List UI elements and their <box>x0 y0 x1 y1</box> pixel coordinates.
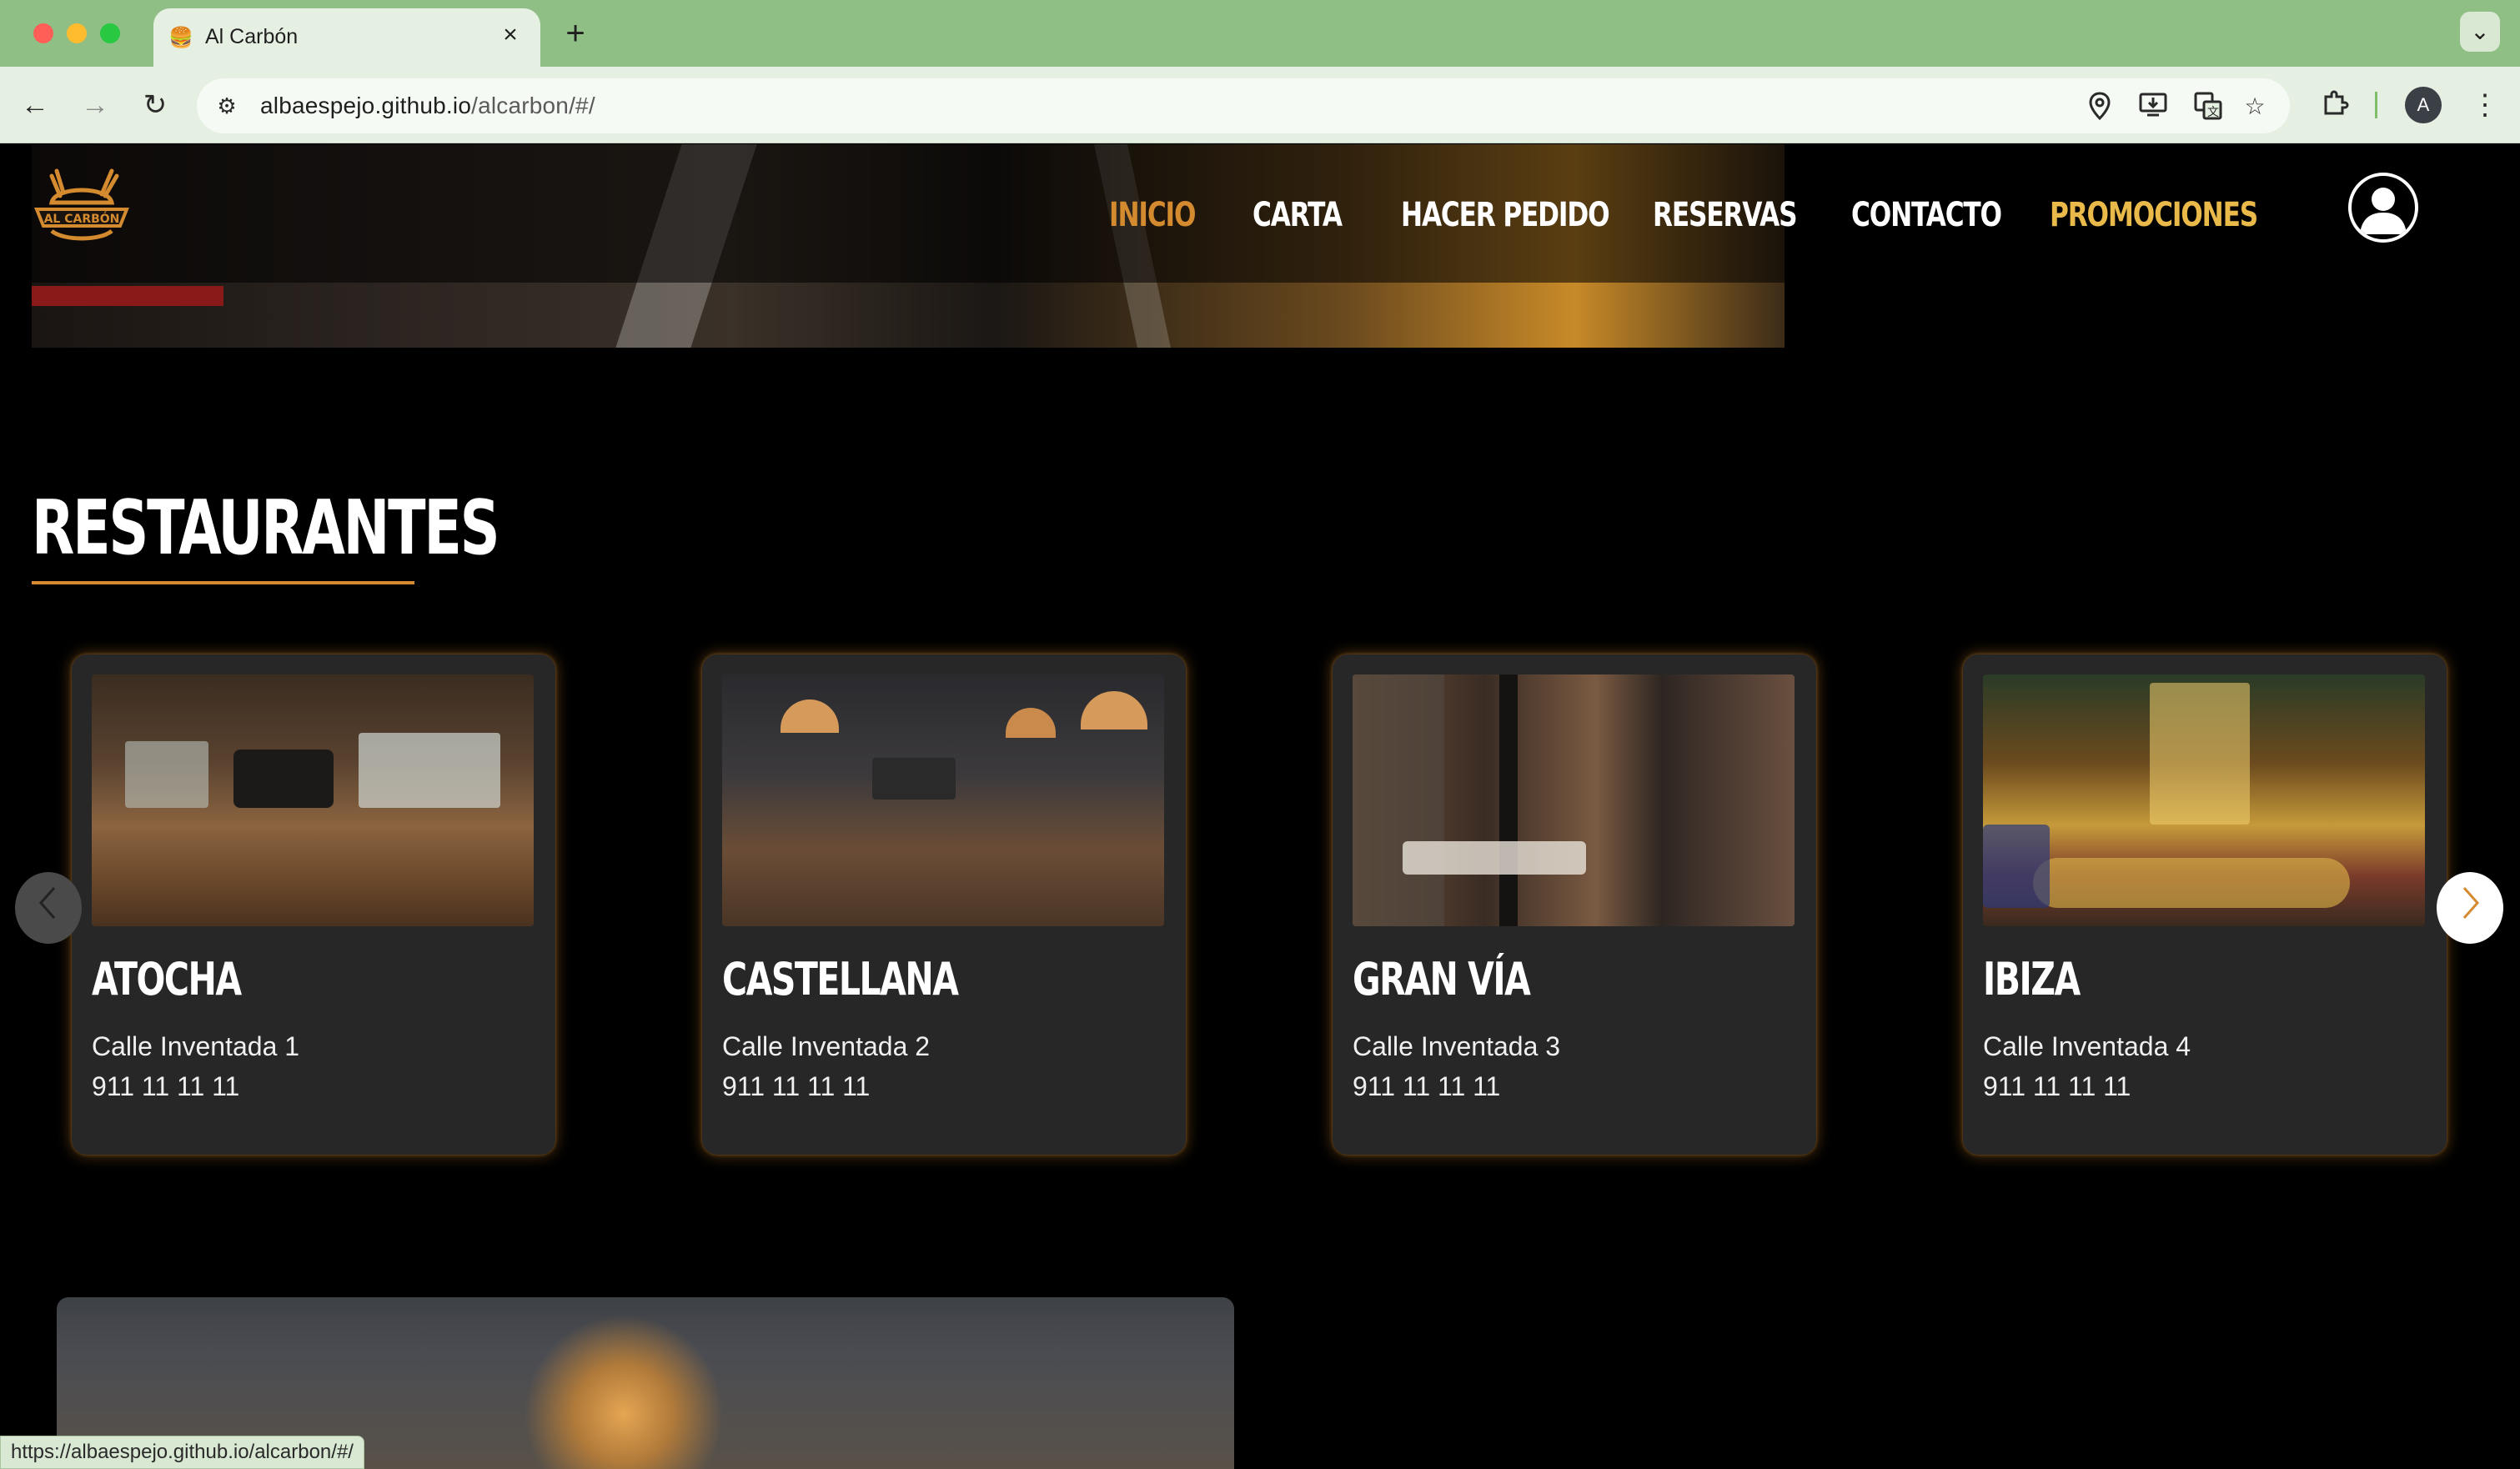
burger-favicon-icon: 🍔 <box>168 27 193 49</box>
restaurant-address: Calle Inventada 1 <box>92 1031 300 1061</box>
nav-hacer-pedido[interactable]: HACER PEDIDO <box>1401 196 1610 234</box>
restaurant-photo <box>722 674 1164 926</box>
restaurant-phone: 911 11 11 11 <box>92 1071 240 1101</box>
restaurant-photo <box>1353 674 1795 926</box>
new-tab-button[interactable]: + <box>557 15 594 52</box>
nav-reservas[interactable]: RESERVAS <box>1653 196 1798 234</box>
toolbar-divider <box>2375 92 2377 118</box>
nav-carta[interactable]: CARTA <box>1252 196 1343 234</box>
chevron-right-icon <box>2462 887 2480 919</box>
browser-menu-kebab-icon[interactable]: ⋮ <box>2468 87 2502 123</box>
browser-tab-strip: 🍔 Al Carbón × + ⌄ <box>0 0 2520 67</box>
extensions-puzzle-icon[interactable] <box>2318 88 2352 122</box>
restaurant-phone: 911 11 11 11 <box>722 1071 871 1101</box>
browser-tab[interactable]: 🍔 Al Carbón × <box>153 8 540 67</box>
profile-avatar[interactable]: A <box>2405 87 2442 123</box>
user-account-button[interactable] <box>2348 173 2418 243</box>
restaurant-address: Calle Inventada 3 <box>1353 1031 1561 1061</box>
carousel-prev-button[interactable] <box>15 872 82 944</box>
restaurant-name: GRAN VÍA <box>1353 953 1531 1005</box>
forward-arrow-icon[interactable]: → <box>75 85 115 125</box>
link-status-bar: https://albaespejo.github.io/alcarbon/#/ <box>0 1436 364 1469</box>
tab-close-icon[interactable]: × <box>497 22 524 48</box>
restaurant-photo <box>1983 674 2425 926</box>
restaurant-phone: 911 11 11 11 <box>1353 1071 1501 1101</box>
site-header: AL CARBÓN INICIO CARTA HACER PEDIDO RESE… <box>0 144 2520 283</box>
url-text[interactable]: albaespejo.github.io/alcarbon/#/ <box>260 93 595 119</box>
section-title-restaurantes: RESTAURANTES <box>32 484 500 572</box>
carousel-next-button[interactable] <box>2437 872 2503 944</box>
user-circle-icon <box>2360 188 2407 234</box>
chevron-left-icon <box>38 887 56 919</box>
svg-text:文: 文 <box>2207 106 2219 119</box>
browser-toolbar: ← → ↻ ⚙ albaespejo.github.io/alcarbon/#/… <box>0 67 2520 143</box>
window-close-button[interactable] <box>33 23 53 43</box>
tab-title: Al Carbón <box>205 25 299 48</box>
bookmark-star-icon[interactable]: ☆ <box>2240 92 2270 122</box>
restaurant-card[interactable]: CASTELLANA Calle Inventada 2 911 11 11 1… <box>702 654 1186 1155</box>
restaurant-card[interactable]: ATOCHA Calle Inventada 1 911 11 11 11 <box>72 654 555 1155</box>
restaurant-card[interactable]: GRAN VÍA Calle Inventada 3 911 11 11 11 <box>1333 654 1816 1155</box>
restaurants-carousel: ATOCHA Calle Inventada 1 911 11 11 11 CA… <box>0 654 2520 1305</box>
al-carbon-logo[interactable]: AL CARBÓN <box>30 159 133 256</box>
restaurant-photo <box>92 674 534 926</box>
page-viewport: AL CARBÓN INICIO CARTA HACER PEDIDO RESE… <box>0 144 2520 1469</box>
reload-icon[interactable]: ↻ <box>135 85 175 125</box>
restaurant-name: ATOCHA <box>92 953 242 1005</box>
install-app-icon[interactable] <box>2138 92 2168 122</box>
url-path: /alcarbon/#/ <box>471 93 595 118</box>
nav-contacto[interactable]: CONTACTO <box>1851 196 2002 234</box>
restaurant-phone: 911 11 11 11 <box>1983 1071 2131 1101</box>
restaurant-card[interactable]: IBIZA Calle Inventada 4 911 11 11 11 <box>1963 654 2447 1155</box>
restaurant-address: Calle Inventada 2 <box>722 1031 931 1061</box>
site-info-icon[interactable]: ⚙ <box>210 89 243 123</box>
window-minimize-button[interactable] <box>67 23 87 43</box>
translate-icon[interactable]: 文 <box>2193 92 2223 122</box>
tab-search-chevron-icon[interactable]: ⌄ <box>2460 12 2500 52</box>
title-underline <box>32 581 414 584</box>
nav-inicio[interactable]: INICIO <box>1109 196 1197 234</box>
location-pin-icon[interactable] <box>2085 92 2115 122</box>
logo-text: AL CARBÓN <box>44 211 120 226</box>
status-url: https://albaespejo.github.io/alcarbon/#/ <box>11 1441 354 1463</box>
nav-promociones[interactable]: PROMOCIONES <box>2050 196 2258 234</box>
window-zoom-button[interactable] <box>100 23 120 43</box>
address-bar[interactable]: ⚙ albaespejo.github.io/alcarbon/#/ 文 ☆ <box>197 78 2290 133</box>
restaurant-name: IBIZA <box>1983 953 2081 1005</box>
restaurant-address: Calle Inventada 4 <box>1983 1031 2191 1061</box>
restaurant-name: CASTELLANA <box>722 953 959 1005</box>
back-arrow-icon[interactable]: ← <box>15 85 55 125</box>
url-host: albaespejo.github.io <box>260 93 472 118</box>
